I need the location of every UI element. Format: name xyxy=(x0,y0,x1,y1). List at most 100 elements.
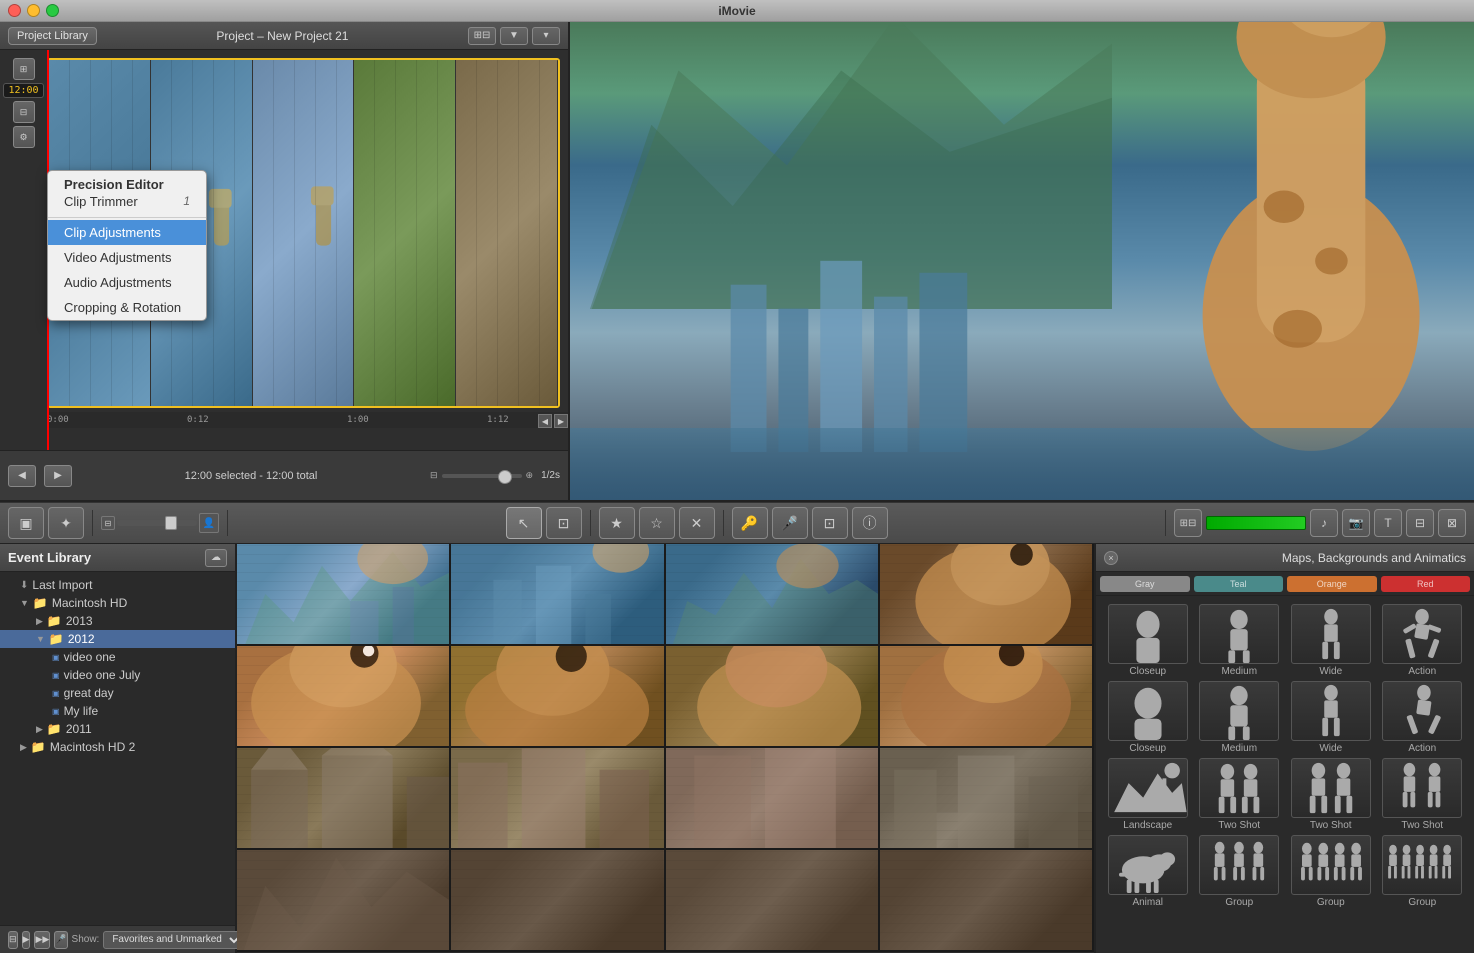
sil-item-action-1[interactable]: Action xyxy=(1379,604,1467,677)
sil-item-landscape[interactable]: Landscape xyxy=(1104,758,1192,831)
sil-item-group-2[interactable]: Group xyxy=(1287,835,1375,908)
tree-item-macintosh-hd[interactable]: ▼ 📁 Macintosh HD xyxy=(0,594,235,612)
video-cell-3-3[interactable] xyxy=(666,748,880,848)
scroll-left-btn[interactable]: ◀ xyxy=(538,414,552,428)
tree-item-macintosh-hd2[interactable]: ▶ 📁 Macintosh HD 2 xyxy=(0,738,235,756)
audio-btn[interactable]: 🎤 xyxy=(772,507,808,539)
sil-item-closeup-1[interactable]: Closeup xyxy=(1104,604,1192,677)
tree-item-2013[interactable]: ▶ 📁 2013 xyxy=(0,612,235,630)
tree-item-video-one-july[interactable]: ▣ video one July xyxy=(0,666,235,684)
menu-clip-adjustments[interactable]: Clip Adjustments xyxy=(48,220,206,245)
filter-gray[interactable]: Gray xyxy=(1100,576,1190,592)
sil-thumb-twoshot-2 xyxy=(1291,758,1371,818)
video-cell-1-1[interactable] xyxy=(237,544,451,644)
tree-item-2012[interactable]: ▼ 📁 2012 xyxy=(0,630,235,648)
sil-item-group-3[interactable]: Group xyxy=(1379,835,1467,908)
menu-audio-adjustments[interactable]: Audio Adjustments xyxy=(48,270,206,295)
tree-item-video-one[interactable]: ▣ video one xyxy=(0,648,235,666)
maps-btn[interactable]: ⊠ xyxy=(1438,509,1466,537)
sil-item-twoshot-3[interactable]: Two Shot xyxy=(1379,758,1467,831)
sil-item-medium-2[interactable]: Medium xyxy=(1196,681,1284,754)
music-btn[interactable]: ♪ xyxy=(1310,509,1338,537)
video-cell-1-4[interactable] xyxy=(880,544,1094,644)
sil-item-twoshot-1[interactable]: Two Shot xyxy=(1196,758,1284,831)
timeline-btn-3[interactable]: ⚙ xyxy=(13,126,35,148)
video-cell-3-4[interactable] xyxy=(880,748,1094,848)
favorites-btn[interactable]: ★ xyxy=(599,507,635,539)
timeline-btn-1[interactable]: ⊞ xyxy=(13,58,35,80)
sil-item-medium-1[interactable]: Medium xyxy=(1196,604,1284,677)
play-back-btn[interactable]: ◀ xyxy=(8,465,36,487)
crop-btn[interactable]: ⊡ xyxy=(812,507,848,539)
eb-btn-2[interactable]: ▶ xyxy=(22,931,31,949)
video-cell-4-3[interactable] xyxy=(666,850,880,950)
maximize-button[interactable] xyxy=(46,4,59,17)
close-button[interactable] xyxy=(8,4,21,17)
sil-item-closeup-2[interactable]: Closeup xyxy=(1104,681,1192,754)
filter-orange[interactable]: Orange xyxy=(1287,576,1377,592)
photo-btn[interactable]: 📷 xyxy=(1342,509,1370,537)
clip-size-handle[interactable] xyxy=(165,516,177,530)
view-toggle-btn[interactable]: ⊞⊟ xyxy=(468,27,496,45)
video-cell-2-2[interactable] xyxy=(451,646,665,746)
video-cell-2-1[interactable] xyxy=(237,646,451,746)
film-view-btn[interactable]: ▣ xyxy=(8,507,44,539)
event-cloud-btn[interactable]: ☁ xyxy=(205,549,227,567)
transition-btn[interactable]: ⊟ xyxy=(1406,509,1434,537)
keyword-btn[interactable]: 🔑 xyxy=(732,507,768,539)
sil-item-wide-2[interactable]: Wide xyxy=(1287,681,1375,754)
minimize-button[interactable] xyxy=(27,4,40,17)
menu-clip-trimmer[interactable]: Clip Trimmer 1 xyxy=(48,194,206,215)
clip-thumb-3[interactable] xyxy=(253,60,355,406)
scroll-right-btn[interactable]: ▶ xyxy=(554,414,568,428)
video-cell-3-1[interactable] xyxy=(237,748,451,848)
video-cell-4-2[interactable] xyxy=(451,850,665,950)
video-cell-4-1[interactable] xyxy=(237,850,451,950)
tree-item-2011[interactable]: ▶ 📁 2011 xyxy=(0,720,235,738)
video-cell-1-3[interactable] xyxy=(666,544,880,644)
sort-btn[interactable]: ▼ xyxy=(500,27,528,45)
tree-item-great-day[interactable]: ▣ great day xyxy=(0,684,235,702)
video-cell-1-2[interactable] xyxy=(451,544,665,644)
menu-video-adjustments[interactable]: Video Adjustments xyxy=(48,245,206,270)
title-btn[interactable]: T xyxy=(1374,509,1402,537)
sil-item-action-2[interactable]: Action xyxy=(1379,681,1467,754)
video-cell-2-3[interactable] xyxy=(666,646,880,746)
clip-thumb-4[interactable] xyxy=(354,60,456,406)
duration-icon[interactable]: ⊟ xyxy=(101,516,115,530)
reject-btn[interactable]: ✕ xyxy=(679,507,715,539)
project-library-tab[interactable]: Project Library xyxy=(8,27,97,45)
zoom-slider[interactable] xyxy=(442,474,522,478)
show-select[interactable]: Favorites and Unmarked xyxy=(103,931,243,949)
unfavorite-btn[interactable]: ☆ xyxy=(639,507,675,539)
sil-item-group-1[interactable]: Group xyxy=(1196,835,1284,908)
video-cell-3-2[interactable] xyxy=(451,748,665,848)
sil-item-animal[interactable]: Animal xyxy=(1104,835,1192,908)
sil-item-wide-1[interactable]: Wide xyxy=(1287,604,1375,677)
more-btn[interactable]: ▾ xyxy=(532,27,560,45)
video-cell-2-4[interactable] xyxy=(880,646,1094,746)
person-icon[interactable]: 👤 xyxy=(199,513,219,533)
play-btn[interactable]: ▶ xyxy=(44,465,72,487)
wand-btn[interactable]: ✦ xyxy=(48,507,84,539)
video-cell-4-4[interactable] xyxy=(880,850,1094,950)
right-panel-close[interactable]: × xyxy=(1104,551,1118,565)
sil-item-twoshot-2[interactable]: Two Shot xyxy=(1287,758,1375,831)
crop-tool-btn[interactable]: ⊡ xyxy=(546,507,582,539)
timeline-btn-2[interactable]: ⊟ xyxy=(13,101,35,123)
filter-red[interactable]: Red xyxy=(1381,576,1471,592)
eb-btn-1[interactable]: ⊟ xyxy=(8,931,18,949)
menu-cropping-rotation[interactable]: Cropping & Rotation xyxy=(48,295,206,320)
filter-teal[interactable]: Teal xyxy=(1194,576,1284,592)
info-btn[interactable]: ⓘ xyxy=(852,507,888,539)
pointer-tool-btn[interactable]: ↖ xyxy=(506,507,542,539)
clip-view-btn[interactable]: ⊞⊟ xyxy=(1174,509,1202,537)
tree-item-last-import[interactable]: ⬇ Last Import xyxy=(0,576,235,594)
clip-thumb-5[interactable] xyxy=(456,60,558,406)
eb-btn-3[interactable]: ▶▶ xyxy=(34,931,50,949)
menu-precision-editor[interactable]: Precision Editor xyxy=(48,171,206,194)
eb-btn-4[interactable]: 🎤 xyxy=(54,931,67,949)
tree-label-2012: 2012 xyxy=(68,632,95,646)
clip-size-slider[interactable] xyxy=(117,520,197,526)
tree-item-my-life[interactable]: ▣ My life xyxy=(0,702,235,720)
